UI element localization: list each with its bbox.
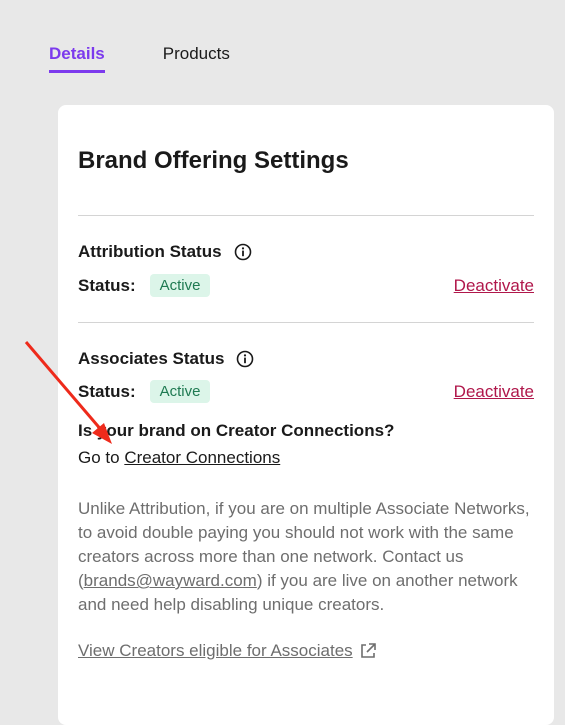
info-icon[interactable] (236, 350, 254, 368)
tab-details[interactable]: Details (49, 44, 105, 73)
attribution-status-heading: Attribution Status (78, 242, 252, 262)
brand-offering-card: Brand Offering Settings Attribution Stat… (58, 105, 554, 725)
attribution-deactivate-link[interactable]: Deactivate (454, 276, 534, 296)
status-label: Status: (78, 381, 136, 401)
status-badge: Active (149, 274, 211, 297)
divider (78, 215, 534, 216)
view-eligible-creators-link[interactable]: View Creators eligible for Associates (78, 641, 377, 661)
status-label: Status: (78, 275, 136, 295)
external-link-icon (360, 643, 376, 658)
goto-prefix: Go to (78, 448, 120, 467)
creator-connections-question: Is your brand on Creator Connections? (78, 421, 395, 440)
email-link[interactable]: brands@wayward.com (84, 571, 257, 590)
attribution-status-title: Attribution Status (78, 242, 222, 261)
divider (78, 322, 534, 323)
view-eligible-creators-label: View Creators eligible for Associates (78, 641, 353, 660)
associates-status-title: Associates Status (78, 349, 225, 368)
associates-explanation: Unlike Attribution, if you are on multip… (78, 497, 540, 617)
associates-status-heading: Associates Status (78, 349, 254, 369)
creator-connections-link[interactable]: Creator Connections (124, 448, 280, 467)
tab-products[interactable]: Products (163, 44, 230, 73)
status-badge: Active (149, 380, 211, 403)
attribution-status-row: Status: Active Deactivate (78, 274, 534, 297)
goto-line: Go to Creator Connections (78, 448, 280, 468)
tab-bar: Details Products (49, 44, 230, 73)
associates-deactivate-link[interactable]: Deactivate (454, 382, 534, 402)
associates-status-row: Status: Active Deactivate (78, 380, 534, 403)
card-title: Brand Offering Settings (78, 147, 349, 174)
info-icon[interactable] (234, 243, 252, 261)
